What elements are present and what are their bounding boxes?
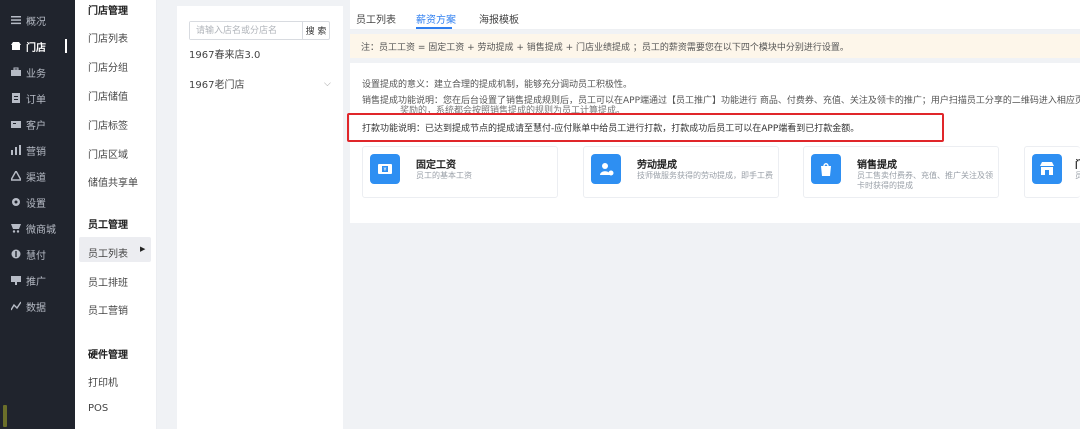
nav-item-orders[interactable]: 订单 bbox=[0, 86, 75, 110]
chevron-down-icon[interactable]: ⌵ bbox=[324, 79, 331, 89]
store-search-input[interactable] bbox=[190, 22, 302, 39]
tile-store-commission[interactable]: 门 员 bbox=[1024, 146, 1080, 198]
highlight-box bbox=[347, 113, 944, 142]
tab-staff-list[interactable]: 员工列表 bbox=[356, 11, 396, 26]
submenu-item-staff-list-active[interactable]: 员工列表 bbox=[88, 245, 128, 260]
caret-right-icon: ▶ bbox=[140, 245, 146, 253]
tab-bar: 员工列表 薪资方案 海报模板 bbox=[350, 0, 1080, 30]
nav-label: 推广 bbox=[26, 276, 46, 288]
nav-active-indicator bbox=[65, 39, 67, 53]
store-search: 搜 索 bbox=[189, 21, 330, 40]
nav-item-business[interactable]: 业务 bbox=[0, 60, 75, 84]
store-item[interactable]: 1967老门店 bbox=[189, 76, 244, 91]
submenu: 门店管理 门店列表 门店分组 门店储值 门店标签 门店区域 储值共享单 员工管理… bbox=[75, 0, 157, 429]
list-icon bbox=[10, 14, 22, 26]
tile-title: 固定工资 bbox=[416, 160, 456, 171]
nav-item-pay[interactable]: 慧付 bbox=[0, 242, 75, 266]
mall-icon bbox=[10, 222, 22, 234]
customer-icon bbox=[10, 118, 22, 130]
salary-card: 设置提成的意义：建立合理的提成机制，能够充分调动员工积极性。 销售提成功能说明：… bbox=[350, 63, 1080, 223]
shop-icon bbox=[1032, 154, 1062, 184]
submenu-header-hardware: 硬件管理 bbox=[88, 350, 128, 361]
submenu-item-store-region[interactable]: 门店区域 bbox=[88, 146, 128, 161]
submenu-item-store-list[interactable]: 门店列表 bbox=[88, 30, 128, 45]
nav-label: 设置 bbox=[26, 198, 46, 210]
tab-poster-template[interactable]: 海报模板 bbox=[479, 11, 519, 26]
store-item[interactable]: 1967春来店3.0 bbox=[189, 46, 260, 61]
order-icon bbox=[10, 92, 22, 104]
submenu-item-store-deposit[interactable]: 门店储值 bbox=[88, 88, 128, 103]
tile-desc: 员工售卖付费券、充值、推广关注及领卡时获得的提成 bbox=[857, 171, 993, 190]
store-panel: 搜 索 1967春来店3.0 1967老门店 ⌵ bbox=[177, 6, 343, 429]
data-icon bbox=[10, 300, 22, 312]
tile-title: 销售提成 bbox=[857, 160, 897, 171]
nav-item-promote[interactable]: 推广 bbox=[0, 268, 75, 292]
nav-label: 数据 bbox=[26, 302, 46, 314]
nav-label: 微商城 bbox=[26, 224, 56, 236]
submenu-item-shared-deposit[interactable]: 储值共享单 bbox=[88, 174, 138, 189]
tile-fixed-salary[interactable]: ¥ 固定工资 员工的基本工资 bbox=[362, 146, 558, 198]
briefcase-icon bbox=[10, 66, 22, 78]
tab-active-underline bbox=[416, 27, 452, 29]
nav-label: 客户 bbox=[26, 120, 46, 132]
tile-title: 门 bbox=[1075, 156, 1080, 171]
submenu-item-pos[interactable]: POS bbox=[88, 403, 108, 414]
nav-item-store[interactable]: 门店 bbox=[0, 34, 75, 58]
submenu-header-store: 门店管理 bbox=[88, 6, 128, 17]
gear-icon bbox=[10, 196, 22, 208]
tile-desc: 员工的基本工资 bbox=[416, 171, 472, 180]
nav-label: 慧付 bbox=[26, 250, 46, 262]
nav-item-data[interactable]: 数据 bbox=[0, 294, 75, 318]
tile-sales-commission[interactable]: 销售提成 员工售卖付费券、充值、推广关注及领卡时获得的提成 bbox=[803, 146, 999, 198]
nav-item-customers[interactable]: 客户 bbox=[0, 112, 75, 136]
tile-desc: 员 bbox=[1075, 171, 1080, 180]
labor-icon bbox=[591, 154, 621, 184]
submenu-item-printer[interactable]: 打印机 bbox=[88, 374, 118, 389]
submenu-item-store-tags[interactable]: 门店标签 bbox=[88, 117, 128, 132]
tile-labor-commission[interactable]: 劳动提成 技师做服务获得的劳动提成，即手工费 bbox=[583, 146, 779, 198]
salary-icon: ¥ bbox=[370, 154, 400, 184]
nav-item-settings[interactable]: 设置 bbox=[0, 190, 75, 214]
tab-salary-plan[interactable]: 薪资方案 bbox=[416, 11, 456, 26]
nav-label: 订单 bbox=[26, 94, 46, 106]
submenu-item-staff-marketing[interactable]: 员工营销 bbox=[88, 302, 128, 317]
store-search-button[interactable]: 搜 索 bbox=[302, 22, 329, 39]
nav-item-overview[interactable]: 概况 bbox=[0, 8, 75, 32]
svg-text:¥: ¥ bbox=[383, 167, 386, 173]
main-nav: 概况 门店 业务 订单 客户 营销 渠道 设置 微商城 慧付 推广 数据 bbox=[0, 0, 75, 429]
nav-item-channels[interactable]: 渠道 bbox=[0, 164, 75, 188]
nav-label: 渠道 bbox=[26, 172, 46, 184]
sales-icon bbox=[811, 154, 841, 184]
submenu-header-staff: 员工管理 bbox=[88, 220, 128, 231]
nav-item-mall[interactable]: 微商城 bbox=[0, 216, 75, 240]
bar-chart-icon bbox=[10, 144, 22, 156]
nav-label: 概况 bbox=[26, 16, 46, 28]
submenu-item-store-group[interactable]: 门店分组 bbox=[88, 59, 128, 74]
channel-icon bbox=[10, 170, 22, 182]
nav-label: 业务 bbox=[26, 68, 46, 80]
nav-label: 门店 bbox=[26, 42, 46, 54]
nav-label: 营销 bbox=[26, 146, 46, 158]
main-content: 员工列表 薪资方案 海报模板 注：员工工资 = 固定工资 + 劳动提成 + 销售… bbox=[350, 0, 1080, 429]
promote-icon bbox=[10, 274, 22, 286]
store-icon bbox=[10, 40, 22, 52]
submenu-item-staff-schedule[interactable]: 员工排班 bbox=[88, 274, 128, 289]
nav-scrollbar[interactable] bbox=[3, 405, 7, 427]
salary-note: 注：员工工资 = 固定工资 + 劳动提成 + 销售提成 + 门店业绩提成 ；员工… bbox=[350, 34, 1080, 58]
desc-purpose: 设置提成的意义：建立合理的提成机制，能够充分调动员工积极性。 bbox=[362, 80, 633, 90]
pay-icon bbox=[10, 248, 22, 260]
tile-desc: 技师做服务获得的劳动提成，即手工费 bbox=[637, 171, 773, 180]
tile-title: 劳动提成 bbox=[637, 160, 677, 171]
nav-item-marketing[interactable]: 营销 bbox=[0, 138, 75, 162]
